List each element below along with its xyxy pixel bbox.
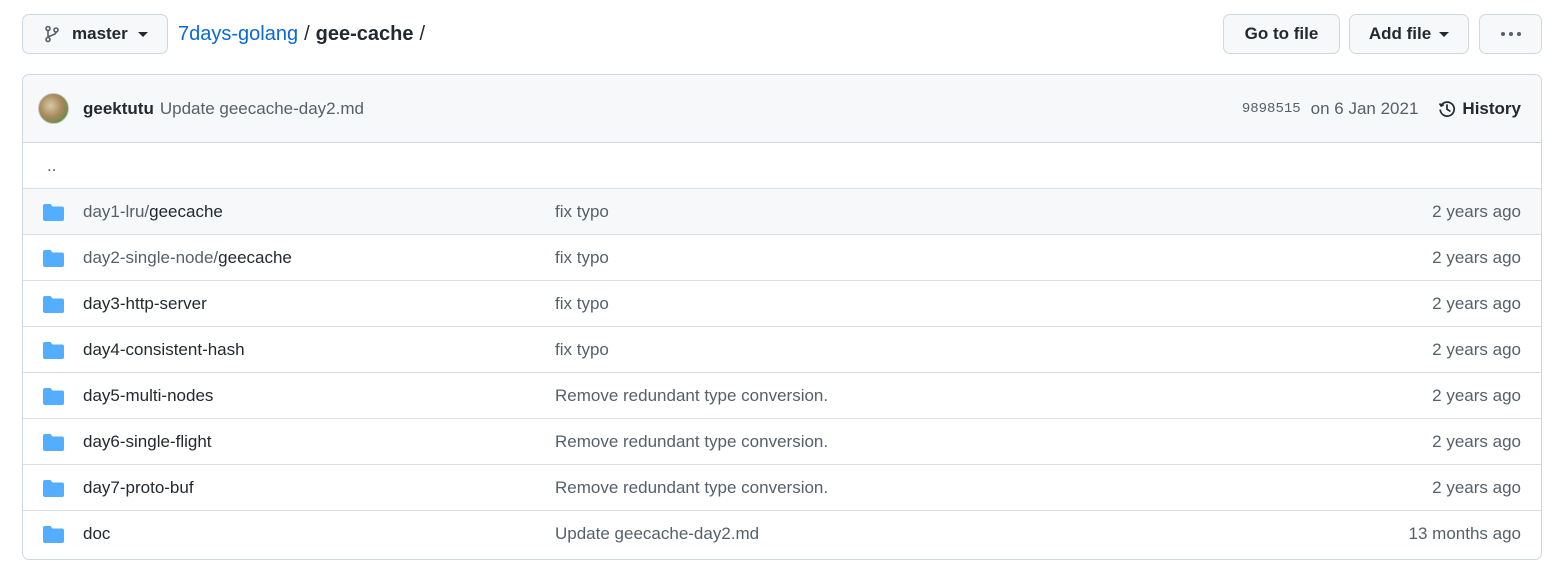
file-name-leaf: geecache — [218, 247, 292, 267]
file-commit-age: 2 years ago — [1432, 477, 1521, 497]
file-name-leaf: geecache — [149, 201, 223, 221]
commit-meta: 9898515 on 6 Jan 2021 History — [1242, 75, 1521, 142]
file-name-prefix: day1-lru/ — [83, 201, 150, 221]
file-name-link[interactable]: day4-consistent-hash — [83, 340, 245, 360]
folder-icon — [43, 250, 64, 267]
file-commit-age: 2 years ago — [1432, 431, 1521, 451]
file-row[interactable]: day4-consistent-hash fix typo 2 years ag… — [23, 327, 1541, 373]
parent-directory-link[interactable]: .. — [47, 156, 56, 176]
file-commit-age: 2 years ago — [1432, 385, 1521, 405]
file-row[interactable]: day5-multi-nodes Remove redundant type c… — [23, 373, 1541, 419]
file-name-link[interactable]: day1-lru/geecache — [83, 202, 223, 222]
git-branch-icon — [44, 25, 60, 43]
file-commit-age: 2 years ago — [1432, 293, 1521, 313]
breadcrumb: 7days-golang / gee-cache / — [178, 14, 431, 54]
file-commit-message[interactable]: fix typo — [555, 202, 609, 222]
file-commit-age: 2 years ago — [1432, 339, 1521, 359]
breadcrumb-separator-trailing: / — [419, 22, 426, 45]
file-commit-age: 13 months ago — [1408, 524, 1521, 543]
chevron-down-icon — [1439, 31, 1450, 37]
file-navigation: master 7days-golang / gee-cache / Go to … — [22, 14, 1542, 54]
branch-name: master — [72, 24, 128, 43]
folder-icon — [43, 480, 64, 497]
avatar[interactable] — [38, 93, 69, 124]
file-commit-message[interactable]: fix typo — [555, 294, 609, 314]
folder-icon — [43, 296, 64, 313]
file-commit-message[interactable]: fix typo — [555, 248, 609, 268]
commit-author-link[interactable]: geektutu — [83, 99, 154, 119]
add-file-label: Add file — [1368, 24, 1432, 43]
file-name-link[interactable]: doc — [83, 524, 110, 544]
clock-history-icon — [1438, 100, 1456, 118]
history-link[interactable]: History — [1438, 99, 1521, 119]
file-row[interactable]: day2-single-node/geecache fix typo 2 yea… — [23, 235, 1541, 281]
file-name-link[interactable]: day7-proto-buf — [83, 478, 194, 498]
file-commit-message[interactable]: Update geecache-day2.md — [555, 524, 759, 544]
commit-date: on 6 Jan 2021 — [1310, 98, 1419, 118]
file-row[interactable]: day1-lru/geecache fix typo 2 years ago — [23, 189, 1541, 235]
file-row[interactable]: day7-proto-buf Remove redundant type con… — [23, 465, 1541, 511]
file-commit-message[interactable]: fix typo — [555, 340, 609, 360]
file-row[interactable]: doc Update geecache-day2.md 13 months ag… — [23, 511, 1541, 557]
parent-directory-row[interactable]: .. — [23, 143, 1541, 189]
file-name-leaf: day3-http-server — [83, 293, 207, 313]
commit-message-link[interactable]: Update geecache-day2.md — [160, 99, 364, 119]
file-list-box: geektutu Update geecache-day2.md 9898515… — [22, 74, 1542, 560]
file-commit-message[interactable]: Remove redundant type conversion. — [555, 386, 828, 406]
breadcrumb-current-dir: gee-cache — [315, 22, 414, 45]
folder-icon — [43, 526, 64, 543]
file-commit-age: 2 years ago — [1432, 201, 1521, 221]
breadcrumb-separator: / — [304, 22, 310, 45]
file-name-link[interactable]: day6-single-flight — [83, 432, 212, 452]
file-name-leaf: day6-single-flight — [83, 431, 212, 451]
go-to-file-button[interactable]: Go to file — [1223, 14, 1340, 54]
more-options-button[interactable] — [1479, 14, 1542, 54]
add-file-button[interactable]: Add file — [1349, 14, 1469, 54]
latest-commit-bar: geektutu Update geecache-day2.md 9898515… — [23, 75, 1541, 143]
file-name-link[interactable]: day5-multi-nodes — [83, 386, 213, 406]
chevron-down-icon — [137, 31, 148, 37]
file-name-leaf: day5-multi-nodes — [83, 385, 214, 405]
kebab-horizontal-icon — [1500, 32, 1521, 36]
breadcrumb-repo-link[interactable]: 7days-golang — [178, 23, 298, 46]
folder-icon — [43, 388, 64, 405]
file-name-prefix: day2-single-node/ — [83, 247, 219, 267]
file-commit-message[interactable]: Remove redundant type conversion. — [555, 478, 828, 498]
go-to-file-label: Go to file — [1244, 24, 1319, 43]
file-row[interactable]: day6-single-flight Remove redundant type… — [23, 419, 1541, 465]
folder-icon — [43, 204, 64, 221]
file-commit-age: 2 years ago — [1432, 247, 1521, 267]
file-name-leaf: day7-proto-buf — [83, 477, 194, 497]
commit-sha-link[interactable]: 9898515 — [1242, 101, 1301, 117]
branch-select-button[interactable]: master — [22, 14, 168, 54]
file-name-link[interactable]: day2-single-node/geecache — [83, 248, 292, 268]
history-label: History — [1462, 98, 1521, 118]
file-commit-message[interactable]: Remove redundant type conversion. — [555, 432, 828, 452]
file-row[interactable]: day3-http-server fix typo 2 years ago — [23, 281, 1541, 327]
folder-icon — [43, 342, 64, 359]
file-name-link[interactable]: day3-http-server — [83, 294, 207, 314]
file-name-leaf: doc — [83, 524, 111, 543]
file-name-leaf: day4-consistent-hash — [83, 339, 245, 359]
folder-icon — [43, 434, 64, 451]
